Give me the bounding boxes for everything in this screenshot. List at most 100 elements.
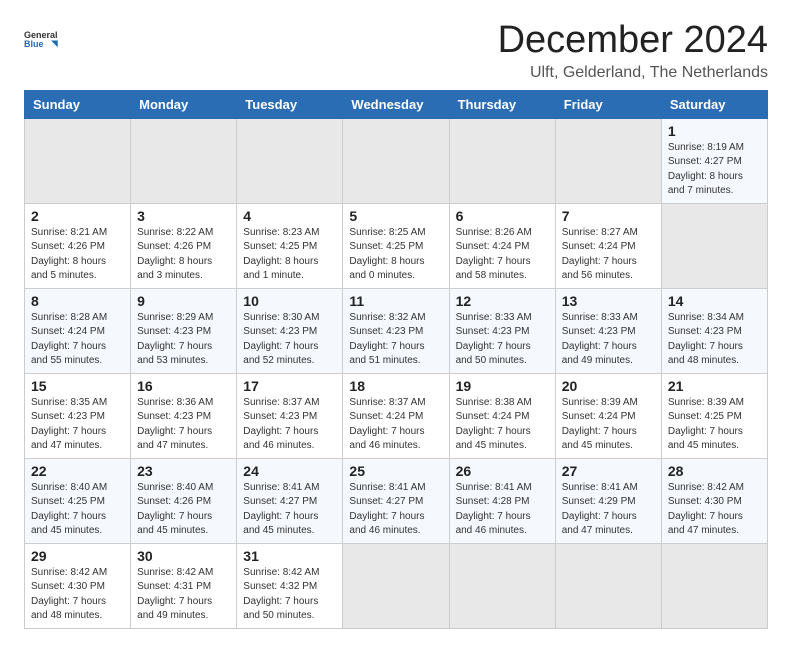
calendar-cell	[25, 118, 131, 203]
calendar-cell	[555, 118, 661, 203]
day-number: 20	[562, 378, 655, 394]
day-number: 7	[562, 208, 655, 224]
day-number: 26	[456, 463, 549, 479]
calendar-cell: 4 Sunrise: 8:23 AM Sunset: 4:25 PM Daylig…	[237, 203, 343, 288]
day-number: 15	[31, 378, 124, 394]
cell-info: Sunrise: 8:19 AM Sunset: 4:27 PM Dayligh…	[668, 141, 761, 199]
cell-info: Sunrise: 8:39 AM Sunset: 4:25 PM Dayligh…	[668, 396, 761, 454]
day-number: 6	[456, 208, 549, 224]
calendar-cell: 12 Sunrise: 8:33 AM Sunset: 4:23 PM Dayli…	[449, 288, 555, 373]
calendar-cell: 1 Sunrise: 8:19 AM Sunset: 4:27 PM Daylig…	[661, 118, 767, 203]
calendar-cell: 29Sunrise: 8:42 AM Sunset: 4:30 PM Dayli…	[25, 543, 131, 628]
cell-info: Sunrise: 8:25 AM Sunset: 4:25 PM Dayligh…	[349, 226, 442, 284]
day-number: 1	[668, 123, 761, 139]
day-number: 3	[137, 208, 230, 224]
header-cell-wednesday: Wednesday	[343, 90, 449, 118]
day-number: 8	[31, 293, 124, 309]
calendar-cell: 18 Sunrise: 8:37 AM Sunset: 4:24 PM Dayli…	[343, 373, 449, 458]
calendar-cell	[343, 118, 449, 203]
calendar-cell: 23 Sunrise: 8:40 AM Sunset: 4:26 PM Dayli…	[131, 458, 237, 543]
cell-info: Sunrise: 8:21 AM Sunset: 4:26 PM Dayligh…	[31, 226, 124, 284]
cell-info: Sunrise: 8:35 AM Sunset: 4:23 PM Dayligh…	[31, 396, 124, 454]
day-number: 17	[243, 378, 336, 394]
calendar-cell: 10 Sunrise: 8:30 AM Sunset: 4:23 PM Dayli…	[237, 288, 343, 373]
day-number: 29	[31, 548, 124, 564]
calendar-cell: 8 Sunrise: 8:28 AM Sunset: 4:24 PM Daylig…	[25, 288, 131, 373]
day-number: 25	[349, 463, 442, 479]
calendar-cell	[661, 543, 767, 628]
day-number: 16	[137, 378, 230, 394]
calendar-cell: 15 Sunrise: 8:35 AM Sunset: 4:23 PM Dayli…	[25, 373, 131, 458]
calendar-cell: 3 Sunrise: 8:22 AM Sunset: 4:26 PM Daylig…	[131, 203, 237, 288]
location-subtitle: Ulft, Gelderland, The Netherlands	[498, 64, 768, 82]
calendar-cell	[661, 203, 767, 288]
page-header: General Blue December 2024 Ulft, Gelderl…	[24, 20, 768, 82]
day-number: 10	[243, 293, 336, 309]
day-number: 5	[349, 208, 442, 224]
calendar-cell	[131, 118, 237, 203]
day-number: 11	[349, 293, 442, 309]
calendar-cell: 31 Sunrise: 8:42 AM Sunset: 4:32 PM Dayli…	[237, 543, 343, 628]
header-cell-thursday: Thursday	[449, 90, 555, 118]
day-number: 22	[31, 463, 124, 479]
calendar-cell	[343, 543, 449, 628]
calendar-cell: 13Sunrise: 8:33 AM Sunset: 4:23 PM Dayli…	[555, 288, 661, 373]
cell-info: Sunrise: 8:23 AM Sunset: 4:25 PM Dayligh…	[243, 226, 336, 284]
cell-info: Sunrise: 8:42 AM Sunset: 4:32 PM Dayligh…	[243, 566, 336, 624]
calendar-body: 1 Sunrise: 8:19 AM Sunset: 4:27 PM Daylig…	[25, 118, 768, 628]
calendar-cell: 24 Sunrise: 8:41 AM Sunset: 4:27 PM Dayli…	[237, 458, 343, 543]
cell-info: Sunrise: 8:41 AM Sunset: 4:28 PM Dayligh…	[456, 481, 549, 539]
day-number: 24	[243, 463, 336, 479]
cell-info: Sunrise: 8:27 AM Sunset: 4:24 PM Dayligh…	[562, 226, 655, 284]
day-number: 28	[668, 463, 761, 479]
cell-info: Sunrise: 8:29 AM Sunset: 4:23 PM Dayligh…	[137, 311, 230, 369]
day-number: 31	[243, 548, 336, 564]
cell-info: Sunrise: 8:33 AM Sunset: 4:23 PM Dayligh…	[456, 311, 549, 369]
calendar-cell: 16Sunrise: 8:36 AM Sunset: 4:23 PM Dayli…	[131, 373, 237, 458]
cell-info: Sunrise: 8:34 AM Sunset: 4:23 PM Dayligh…	[668, 311, 761, 369]
day-number: 23	[137, 463, 230, 479]
day-number: 4	[243, 208, 336, 224]
calendar-week-row: 29Sunrise: 8:42 AM Sunset: 4:30 PM Dayli…	[25, 543, 768, 628]
cell-info: Sunrise: 8:41 AM Sunset: 4:27 PM Dayligh…	[243, 481, 336, 539]
calendar-cell: 14 Sunrise: 8:34 AM Sunset: 4:23 PM Dayli…	[661, 288, 767, 373]
header-cell-monday: Monday	[131, 90, 237, 118]
cell-info: Sunrise: 8:26 AM Sunset: 4:24 PM Dayligh…	[456, 226, 549, 284]
month-title: December 2024	[498, 20, 768, 62]
calendar-cell: 27Sunrise: 8:41 AM Sunset: 4:29 PM Dayli…	[555, 458, 661, 543]
calendar-cell: 11Sunrise: 8:32 AM Sunset: 4:23 PM Dayli…	[343, 288, 449, 373]
calendar-cell: 2 Sunrise: 8:21 AM Sunset: 4:26 PM Daylig…	[25, 203, 131, 288]
calendar-cell: 26 Sunrise: 8:41 AM Sunset: 4:28 PM Dayli…	[449, 458, 555, 543]
cell-info: Sunrise: 8:40 AM Sunset: 4:26 PM Dayligh…	[137, 481, 230, 539]
header-cell-tuesday: Tuesday	[237, 90, 343, 118]
cell-info: Sunrise: 8:33 AM Sunset: 4:23 PM Dayligh…	[562, 311, 655, 369]
cell-info: Sunrise: 8:42 AM Sunset: 4:30 PM Dayligh…	[668, 481, 761, 539]
calendar-cell	[237, 118, 343, 203]
calendar-cell: 20 Sunrise: 8:39 AM Sunset: 4:24 PM Dayli…	[555, 373, 661, 458]
cell-info: Sunrise: 8:37 AM Sunset: 4:23 PM Dayligh…	[243, 396, 336, 454]
day-number: 12	[456, 293, 549, 309]
calendar-cell: 7 Sunrise: 8:27 AM Sunset: 4:24 PM Daylig…	[555, 203, 661, 288]
day-number: 2	[31, 208, 124, 224]
calendar-cell	[555, 543, 661, 628]
calendar-week-row: 1 Sunrise: 8:19 AM Sunset: 4:27 PM Daylig…	[25, 118, 768, 203]
day-number: 14	[668, 293, 761, 309]
cell-info: Sunrise: 8:38 AM Sunset: 4:24 PM Dayligh…	[456, 396, 549, 454]
calendar-cell	[449, 118, 555, 203]
calendar-week-row: 22Sunrise: 8:40 AM Sunset: 4:25 PM Dayli…	[25, 458, 768, 543]
svg-text:General: General	[24, 30, 58, 40]
logo: General Blue	[24, 20, 60, 56]
calendar-cell	[449, 543, 555, 628]
cell-info: Sunrise: 8:37 AM Sunset: 4:24 PM Dayligh…	[349, 396, 442, 454]
calendar-cell: 30Sunrise: 8:42 AM Sunset: 4:31 PM Dayli…	[131, 543, 237, 628]
cell-info: Sunrise: 8:28 AM Sunset: 4:24 PM Dayligh…	[31, 311, 124, 369]
calendar-week-row: 8 Sunrise: 8:28 AM Sunset: 4:24 PM Daylig…	[25, 288, 768, 373]
calendar-week-row: 2 Sunrise: 8:21 AM Sunset: 4:26 PM Daylig…	[25, 203, 768, 288]
calendar-cell: 9Sunrise: 8:29 AM Sunset: 4:23 PM Daylig…	[131, 288, 237, 373]
cell-info: Sunrise: 8:39 AM Sunset: 4:24 PM Dayligh…	[562, 396, 655, 454]
cell-info: Sunrise: 8:41 AM Sunset: 4:29 PM Dayligh…	[562, 481, 655, 539]
day-number: 18	[349, 378, 442, 394]
cell-info: Sunrise: 8:30 AM Sunset: 4:23 PM Dayligh…	[243, 311, 336, 369]
cell-info: Sunrise: 8:41 AM Sunset: 4:27 PM Dayligh…	[349, 481, 442, 539]
cell-info: Sunrise: 8:22 AM Sunset: 4:26 PM Dayligh…	[137, 226, 230, 284]
